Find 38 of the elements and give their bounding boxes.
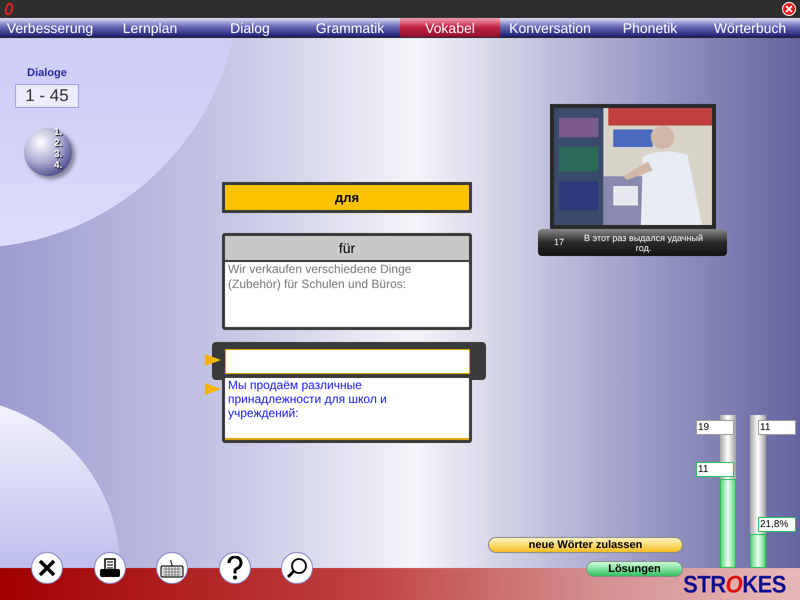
dialogs-label: Dialoge bbox=[27, 66, 67, 81]
pointer-icon bbox=[205, 383, 221, 395]
meter-value: 21,8% bbox=[758, 517, 796, 532]
action-button[interactable]: neue Wörter zulassen bbox=[488, 537, 683, 553]
close-icon bbox=[37, 558, 57, 578]
close-icon bbox=[785, 5, 793, 13]
word-text: для bbox=[334, 188, 360, 207]
brand-logo: STROKES bbox=[683, 569, 786, 600]
pointer-icon bbox=[205, 354, 221, 366]
action-button[interactable]: Lösungen bbox=[586, 561, 683, 577]
toolbar-button[interactable] bbox=[281, 552, 313, 584]
dialogs-range: 1 - 45 bbox=[15, 84, 79, 108]
nav-tab[interactable]: Wörterbuch bbox=[700, 18, 800, 37]
nav-tab[interactable]: Grammatik bbox=[300, 18, 400, 37]
nav-tab[interactable]: Dialog bbox=[200, 18, 300, 37]
printer-icon bbox=[99, 558, 121, 578]
nav-tab[interactable]: Vokabel bbox=[400, 18, 500, 37]
app-logo-icon bbox=[4, 2, 14, 16]
toolbar-button[interactable] bbox=[219, 552, 251, 584]
photo-number: 17 bbox=[554, 236, 564, 249]
nav-tab[interactable]: Verbesserung bbox=[0, 18, 100, 37]
close-button[interactable] bbox=[782, 2, 796, 16]
nav-tab[interactable]: Lernplan bbox=[100, 18, 200, 37]
keyboard-icon bbox=[160, 558, 184, 578]
toolbar-button[interactable] bbox=[156, 552, 188, 584]
step-link[interactable]: 4. bbox=[54, 160, 62, 171]
answer-field[interactable] bbox=[225, 349, 470, 374]
nav-tab[interactable]: Konversation bbox=[500, 18, 600, 37]
help-icon bbox=[226, 556, 244, 580]
nav-tab[interactable]: Phonetik bbox=[600, 18, 700, 37]
source-sentence: Wir verkaufen verschiedene Dinge (Zubehör) für Schulen und Büros: bbox=[228, 262, 412, 292]
photo-caption: В этот раз выдался удачный год. bbox=[583, 232, 704, 252]
meter-total: 11 bbox=[758, 420, 796, 435]
meter-total: 19 bbox=[696, 420, 734, 435]
search-icon bbox=[286, 557, 308, 579]
source-heading: für bbox=[338, 238, 356, 258]
translation-text: Мы продаём различные принадлежности для школ и учреждений: bbox=[228, 378, 388, 420]
meter-value: 11 bbox=[696, 462, 734, 478]
